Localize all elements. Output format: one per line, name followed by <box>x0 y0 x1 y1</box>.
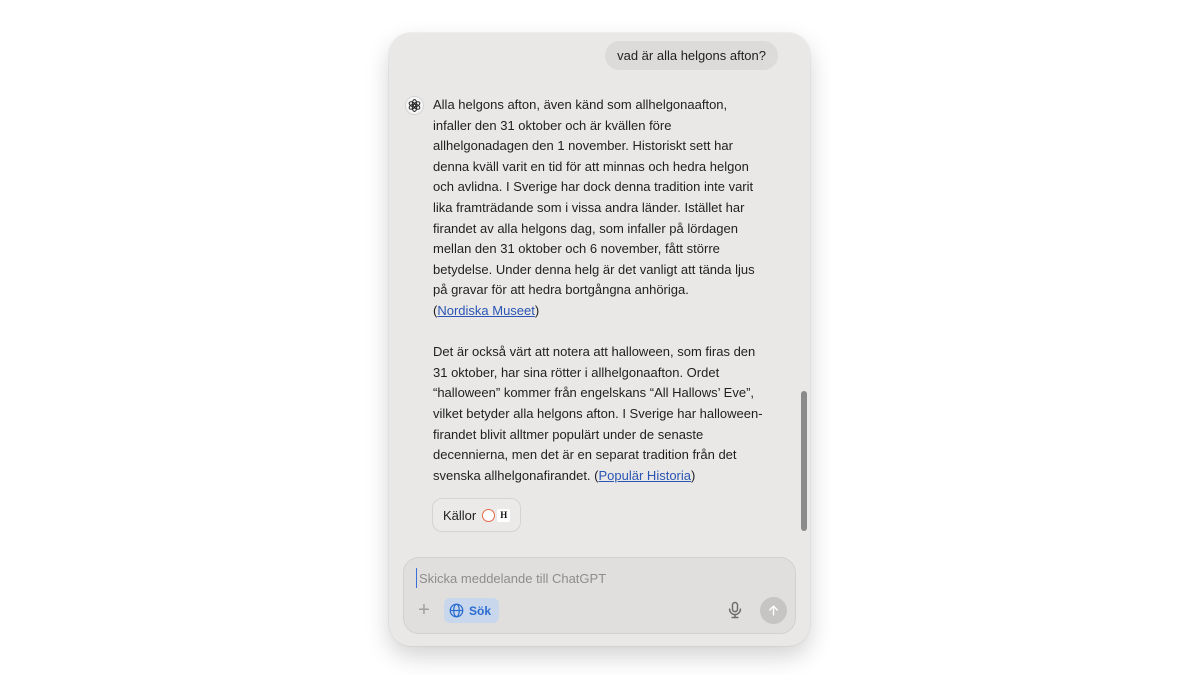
search-toggle-button[interactable]: Sök <box>444 598 500 623</box>
popular-historia-icon: H <box>497 508 511 522</box>
sources-label: Källor <box>443 507 477 523</box>
globe-icon <box>449 603 464 618</box>
message-composer: + Sök <box>403 557 796 634</box>
source-link-popular-historia[interactable]: Populär Historia <box>599 468 692 483</box>
arrow-up-icon <box>769 605 778 616</box>
search-toggle-label: Sök <box>469 603 492 618</box>
microphone-icon[interactable] <box>725 600 745 620</box>
plus-icon[interactable]: + <box>416 600 432 620</box>
answer-paragraph-2-text: Det är också värt att notera att hallowe… <box>433 344 763 483</box>
answer-paragraph-1-text: Alla helgons afton, även känd som allhel… <box>433 97 755 298</box>
sources-button[interactable]: Källor H <box>432 498 522 532</box>
openai-logo-icon <box>405 96 424 115</box>
scrollbar-thumb[interactable] <box>801 391 807 531</box>
nordiska-museet-icon <box>482 508 496 522</box>
answer-paragraph-2: Det är också värt att notera att hallowe… <box>433 342 763 486</box>
answer-paragraph-1: Alla helgons afton, även känd som allhel… <box>433 95 763 322</box>
send-button[interactable] <box>760 597 787 624</box>
chat-window: vad är alla helgons afton? Alla helgons … <box>389 33 810 646</box>
cite-close: ) <box>691 467 696 483</box>
user-message-bubble: vad är alla helgons afton? <box>605 41 778 70</box>
user-message-text: vad är alla helgons afton? <box>617 48 766 63</box>
cite-close: ) <box>534 302 540 318</box>
assistant-message: Alla helgons afton, även känd som allhel… <box>433 95 763 486</box>
source-link-nordiska-museet[interactable]: Nordiska Museet <box>437 303 535 318</box>
message-input[interactable] <box>416 568 719 588</box>
cite-open: ( <box>590 467 599 483</box>
